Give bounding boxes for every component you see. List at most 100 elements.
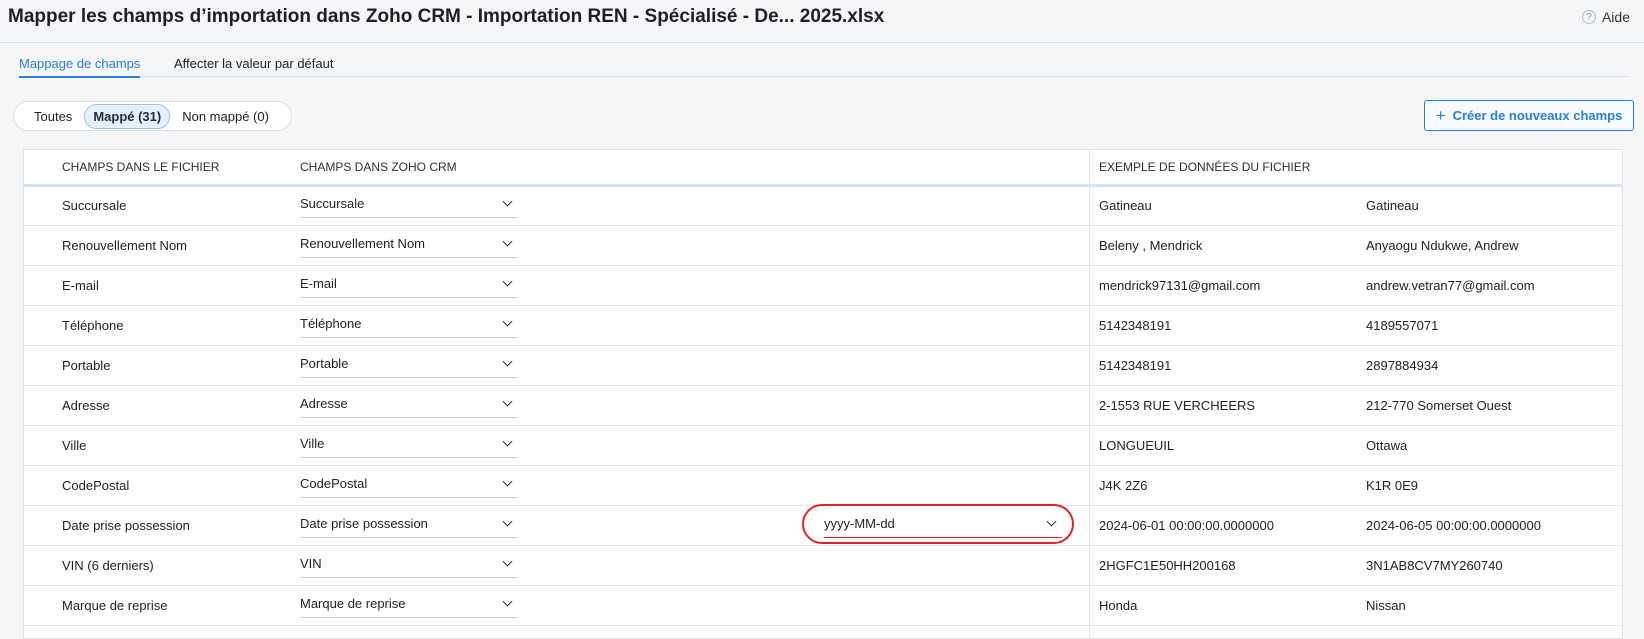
sample-value-1: 2-1553 RUE VERCHEERS: [1099, 398, 1256, 413]
filter-mapped[interactable]: Mappé (31): [84, 103, 171, 129]
sample-value-2: Anyaogu Ndukwe, Andrew: [1366, 238, 1519, 253]
chevron-down-icon: [502, 596, 513, 607]
crm-field-value: E-mail: [300, 276, 337, 291]
file-field-name: Marque de reprise: [62, 598, 168, 613]
create-new-fields-label: Créer de nouveaux champs: [1452, 108, 1623, 123]
table-row: Téléphone Téléphone 5142348191 4189557071: [24, 305, 1622, 346]
filter-all[interactable]: Toutes: [26, 105, 80, 128]
table-header: CHAMPS DANS LE FICHIER CHAMPS DANS ZOHO …: [24, 150, 1622, 187]
sample-value-1: Gatineau: [1099, 198, 1152, 213]
file-field-name: Renouvellement Nom: [62, 238, 188, 253]
crm-field-value: Téléphone: [300, 316, 362, 331]
crm-field-value: Ville: [300, 436, 325, 451]
sample-value-2: andrew.vetran77@gmail.com: [1366, 278, 1535, 293]
sample-value-1: 5142348191: [1099, 358, 1172, 373]
filter-unmapped[interactable]: Non mappé (0): [174, 105, 277, 128]
sample-value-2: Nissan: [1366, 598, 1406, 613]
mapping-filter: Toutes Mappé (31) Non mappé (0): [13, 101, 292, 131]
chevron-down-icon: [502, 276, 513, 287]
sample-value-2: 212-770 Somerset Ouest: [1366, 398, 1512, 413]
help-icon: ?: [1581, 10, 1596, 24]
file-field-name: E-mail: [62, 278, 99, 293]
file-field-name: Adresse: [62, 398, 110, 413]
sample-value-1: LONGUEUIL: [1099, 438, 1175, 453]
crm-field-value: Date prise possession: [300, 516, 428, 531]
mapping-table: CHAMPS DANS LE FICHIER CHAMPS DANS ZOHO …: [23, 149, 1623, 639]
sample-value-2: Gatineau: [1366, 198, 1419, 213]
page-header: Mapper les champs d’importation dans Zoh…: [0, 0, 1644, 43]
crm-field-select[interactable]: Téléphone: [300, 309, 518, 338]
table-row: Renouvellement Nom Renouvellement Nom Bele…: [24, 225, 1622, 266]
help-label: Aide: [1601, 9, 1630, 25]
sample-value-1: Honda: [1099, 598, 1138, 613]
table-row: Succursale Succursale Gatineau Gatineau: [24, 185, 1622, 226]
tab-bar: Mappage de champs Affecter la valeur par…: [19, 46, 1629, 78]
file-field-name: Succursale: [62, 198, 127, 213]
crm-field-select[interactable]: Adresse: [300, 389, 518, 418]
crm-field-value: Marque de reprise: [300, 596, 406, 611]
sample-value-2: 3N1AB8CV7MY260740: [1366, 558, 1503, 573]
table-row: Portable Portable 5142348191 2897884934: [24, 345, 1622, 386]
file-field-name: Ville: [62, 438, 87, 453]
sample-value-1: 2HGFC1E50HH200168: [1099, 558, 1236, 573]
crm-field-select[interactable]: E-mail: [300, 269, 518, 298]
file-field-name: CodePostal: [62, 478, 130, 493]
crm-field-select[interactable]: Succursale: [300, 189, 518, 218]
chevron-down-icon: [502, 236, 513, 247]
chevron-down-icon: [1046, 516, 1057, 527]
table-row: Adresse Adresse 2-1553 RUE VERCHEERS 212-77…: [24, 385, 1622, 426]
file-field-name: Portable: [62, 358, 111, 373]
help-link[interactable]: ? Aide: [1581, 9, 1630, 25]
table-row: Date prise possession Date prise possessi…: [24, 504, 1622, 546]
crm-field-value: Renouvellement Nom: [300, 236, 426, 251]
crm-field-value: Adresse: [300, 396, 348, 411]
sample-value-1: 5142348191: [1099, 318, 1172, 333]
crm-field-select[interactable]: VIN: [300, 549, 518, 578]
chevron-down-icon: [502, 396, 513, 407]
crm-field-select[interactable]: Marque de reprise: [300, 589, 518, 618]
sample-value-2: 4189557071: [1366, 318, 1439, 333]
create-new-fields-button[interactable]: + Créer de nouveaux champs: [1424, 100, 1634, 131]
header-sample-data: EXEMPLE DE DONNÉES DU FICHIER: [1099, 160, 1311, 174]
sample-value-2: Ottawa: [1366, 438, 1408, 453]
crm-field-value: Portable: [300, 356, 349, 371]
chevron-down-icon: [502, 356, 513, 367]
date-format-value: yyyy-MM-dd: [824, 516, 895, 531]
tab-default-values[interactable]: Affecter la valeur par défaut: [174, 56, 333, 76]
chevron-down-icon: [502, 436, 513, 447]
table-row: Ville Ville LONGUEUIL Ottawa: [24, 425, 1622, 466]
chevron-down-icon: [502, 556, 513, 567]
page-title: Mapper les champs d’importation dans Zoh…: [8, 6, 885, 27]
table-row: Marque de reprise Marque de reprise Honda N…: [24, 585, 1622, 626]
crm-field-select[interactable]: CodePostal: [300, 469, 518, 498]
file-field-name: VIN (6 derniers): [62, 558, 154, 573]
date-format-select[interactable]: yyyy-MM-dd: [824, 509, 1062, 538]
file-field-name: Téléphone: [62, 318, 124, 333]
sample-value-2: K1R 0E9: [1366, 478, 1419, 493]
crm-field-select[interactable]: Renouvellement Nom: [300, 229, 518, 258]
plus-icon: +: [1435, 106, 1446, 125]
sample-value-1: Beleny , Mendrick: [1099, 238, 1203, 253]
crm-field-select[interactable]: Date prise possession: [300, 509, 518, 538]
sample-value-1: J4K 2Z6: [1099, 478, 1148, 493]
chevron-down-icon: [502, 476, 513, 487]
crm-field-value: VIN: [300, 556, 322, 571]
file-field-name: Date prise possession: [62, 518, 190, 533]
chevron-down-icon: [502, 196, 513, 207]
chevron-down-icon: [502, 516, 513, 527]
sample-value-2: 2897884934: [1366, 358, 1439, 373]
crm-field-select[interactable]: Portable: [300, 349, 518, 378]
table-row: CodePostal CodePostal J4K 2Z6 K1R 0E9: [24, 465, 1622, 506]
tab-field-mapping[interactable]: Mappage de champs: [19, 56, 141, 78]
sample-value-1: 2024-06-01 00:00:00.0000000: [1099, 518, 1274, 533]
sample-value-1: mendrick97131@gmail.com: [1099, 278, 1261, 293]
chevron-down-icon: [502, 316, 513, 327]
crm-field-value: CodePostal: [300, 476, 368, 491]
header-file-fields: CHAMPS DANS LE FICHIER: [62, 160, 220, 174]
crm-field-select[interactable]: Ville: [300, 429, 518, 458]
sample-value-2: 2024-06-05 00:00:00.0000000: [1366, 518, 1541, 533]
table-row: VIN (6 derniers) VIN 2HGFC1E50HH200168 3N1A…: [24, 545, 1622, 586]
table-row: E-mail E-mail mendrick97131@gmail.com andre…: [24, 265, 1622, 306]
header-crm-fields: CHAMPS DANS ZOHO CRM: [300, 160, 457, 174]
crm-field-value: Succursale: [300, 196, 365, 211]
